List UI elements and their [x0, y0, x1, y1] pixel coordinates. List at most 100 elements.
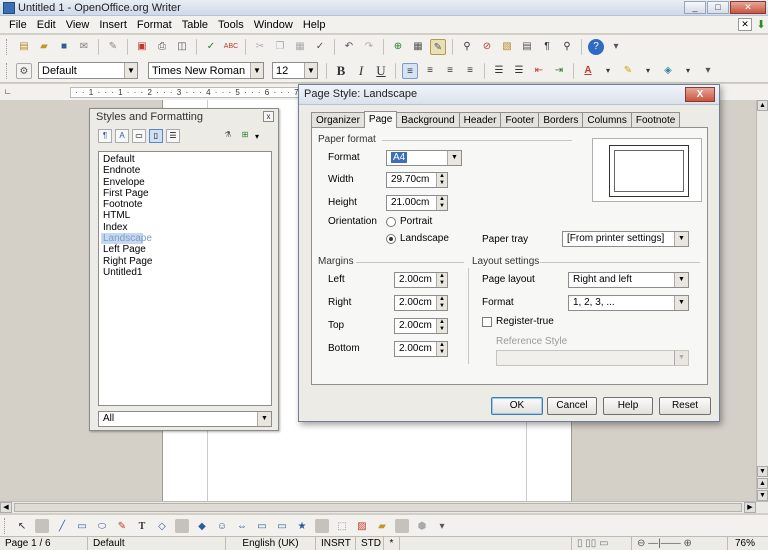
menu-window[interactable]: Window	[249, 19, 298, 31]
menu-format[interactable]: Format	[132, 19, 177, 31]
chevron-down-icon[interactable]: ▼	[674, 351, 688, 365]
spin-arrows-icon[interactable]: ▲ ▼	[436, 296, 447, 310]
find-replace-icon[interactable]: ⚲	[459, 39, 475, 55]
height-spinner[interactable]: 21.00cm ▲ ▼	[386, 195, 448, 211]
style-list-item[interactable]: Envelope	[101, 177, 269, 188]
font-color-icon[interactable]: A	[580, 63, 596, 79]
paragraph-styles-icon[interactable]: ¶	[98, 129, 112, 143]
toolbar-options-icon[interactable]: ▾	[700, 63, 716, 79]
chevron-down-icon[interactable]: ▼	[674, 273, 688, 287]
tab-borders[interactable]: Borders	[538, 112, 584, 128]
chevron-down-icon[interactable]: ▼	[250, 63, 263, 78]
spin-arrows-icon[interactable]: ▲ ▼	[436, 342, 447, 356]
register-true-checkbox[interactable]	[482, 317, 492, 327]
undo-icon[interactable]: ↶	[341, 39, 357, 55]
zoom-slider[interactable]: ⊖ —|—— ⊕	[632, 537, 728, 550]
symbol-shapes-icon[interactable]: ☺	[215, 519, 229, 533]
margin-right-spinner[interactable]: 2.00cm ▲ ▼	[394, 295, 448, 311]
fill-format-mode-icon[interactable]: ⚗	[221, 129, 235, 143]
scroll-down-icon[interactable]: ▼	[757, 466, 768, 477]
spellcheck-icon[interactable]: ✓	[203, 39, 219, 55]
page-style-indicator[interactable]: Default	[88, 537, 226, 550]
print-icon[interactable]: ⎙	[154, 39, 170, 55]
style-list-item[interactable]: HTML	[101, 210, 269, 221]
highlighting-icon[interactable]: ✎	[620, 63, 636, 79]
cut-icon[interactable]: ✂	[252, 39, 268, 55]
language-indicator[interactable]: English (UK)	[226, 537, 316, 550]
spin-arrows-icon[interactable]: ▲ ▼	[436, 196, 447, 210]
open-folder-icon[interactable]: ▰	[36, 39, 52, 55]
export-pdf-icon[interactable]: ▣	[134, 39, 150, 55]
new-style-from-selection-icon[interactable]: ⊞	[238, 129, 252, 143]
margin-top-spinner[interactable]: 2.00cm ▲ ▼	[394, 318, 448, 334]
horizontal-scrollbar[interactable]: ◀ ▶	[0, 501, 768, 513]
style-list-item[interactable]: Right Page	[101, 256, 269, 267]
email-document-icon[interactable]: ✉	[76, 39, 92, 55]
previous-page-icon[interactable]: ▲	[757, 478, 768, 489]
ok-button[interactable]: OK	[491, 397, 543, 415]
justify-icon[interactable]: ≡	[462, 63, 478, 79]
menu-file[interactable]: File	[4, 19, 32, 31]
basic-shapes-icon[interactable]: ◆	[195, 519, 209, 533]
margin-bottom-spinner[interactable]: 2.00cm ▲ ▼	[394, 341, 448, 357]
font-size-combo[interactable]: 12 ▼	[272, 62, 318, 79]
tab-footer[interactable]: Footer	[500, 112, 540, 128]
align-right-icon[interactable]: ≡	[442, 63, 458, 79]
line-icon[interactable]: ╱	[55, 519, 69, 533]
paragraph-style-combo[interactable]: Default ▼	[38, 62, 138, 79]
toolbar-grip[interactable]	[4, 517, 8, 534]
paper-tray-select[interactable]: [From printer settings] ▼	[562, 231, 689, 247]
ellipse-icon[interactable]: ⬭	[95, 519, 109, 533]
reference-style-select[interactable]: ▼	[496, 350, 689, 366]
tab-type-icon[interactable]: ∟	[4, 87, 14, 97]
page-indicator[interactable]: Page 1 / 6	[0, 537, 88, 550]
tab-background[interactable]: Background	[396, 112, 460, 128]
help-button[interactable]: Help	[603, 397, 653, 415]
selection-mode-indicator[interactable]: STD	[356, 537, 384, 550]
menu-table[interactable]: Table	[177, 19, 213, 31]
navigator-icon[interactable]: ⊘	[479, 39, 495, 55]
style-list-item[interactable]: Untitled1	[101, 267, 269, 278]
table-icon[interactable]: ▦	[410, 39, 426, 55]
reset-button[interactable]: Reset	[659, 397, 711, 415]
horizontal-ruler[interactable]: · · 1 · · · 1 · · · 2 · · · 3 · · · 4 · …	[70, 87, 310, 98]
paper-format-select[interactable]: A4 ▼	[386, 150, 462, 166]
chevron-down-icon[interactable]: ▼	[304, 63, 317, 78]
style-list-item[interactable]: Endnote	[101, 165, 269, 176]
font-name-combo[interactable]: Times New Roman ▼	[148, 62, 264, 79]
landscape-radio[interactable]	[386, 234, 396, 244]
menu-tools[interactable]: Tools	[213, 19, 249, 31]
next-page-icon[interactable]: ▼	[757, 490, 768, 501]
character-styles-icon[interactable]: A	[115, 129, 129, 143]
underline-button[interactable]: U	[373, 63, 389, 79]
callout-shapes-icon[interactable]: ▭	[275, 519, 289, 533]
tab-organizer[interactable]: Organizer	[311, 112, 365, 128]
rectangle-icon[interactable]: ▭	[75, 519, 89, 533]
style-list-item[interactable]: Index	[101, 222, 269, 233]
gallery-icon[interactable]: ▧	[499, 39, 515, 55]
tab-header[interactable]: Header	[458, 112, 502, 128]
align-center-icon[interactable]: ≡	[422, 63, 438, 79]
align-left-icon[interactable]: ≡	[402, 62, 418, 79]
fontwork-gallery-icon[interactable]: ▨	[355, 519, 369, 533]
update-download-icon[interactable]: ⬇	[754, 18, 768, 31]
portrait-radio[interactable]	[386, 217, 396, 227]
spin-arrows-icon[interactable]: ▲ ▼	[436, 319, 447, 333]
styles-formatting-icon[interactable]: ⚙	[16, 62, 32, 79]
copy-icon[interactable]: ❐	[272, 39, 288, 55]
landscape-label[interactable]: Landscape	[400, 233, 449, 244]
show-draw-functions-icon[interactable]: ✎	[430, 39, 446, 55]
close-document-button[interactable]: ✕	[738, 18, 752, 31]
width-spinner[interactable]: 29.70cm ▲ ▼	[386, 172, 448, 188]
scroll-right-icon[interactable]: ▶	[744, 502, 756, 513]
minimize-button[interactable]: _	[684, 1, 706, 14]
insert-mode-indicator[interactable]: INSRT	[316, 537, 356, 550]
frame-styles-icon[interactable]: ▭	[132, 129, 146, 143]
autospellcheck-icon[interactable]: ABC	[223, 39, 239, 55]
block-arrows-icon[interactable]: ⇔	[235, 519, 249, 533]
zoom-level[interactable]: 76%	[728, 537, 760, 550]
chevron-down-icon[interactable]: ▾	[640, 63, 656, 79]
scroll-up-icon[interactable]: ▲	[757, 100, 768, 111]
cancel-button[interactable]: Cancel	[547, 397, 597, 415]
close-icon[interactable]: x	[263, 111, 274, 122]
